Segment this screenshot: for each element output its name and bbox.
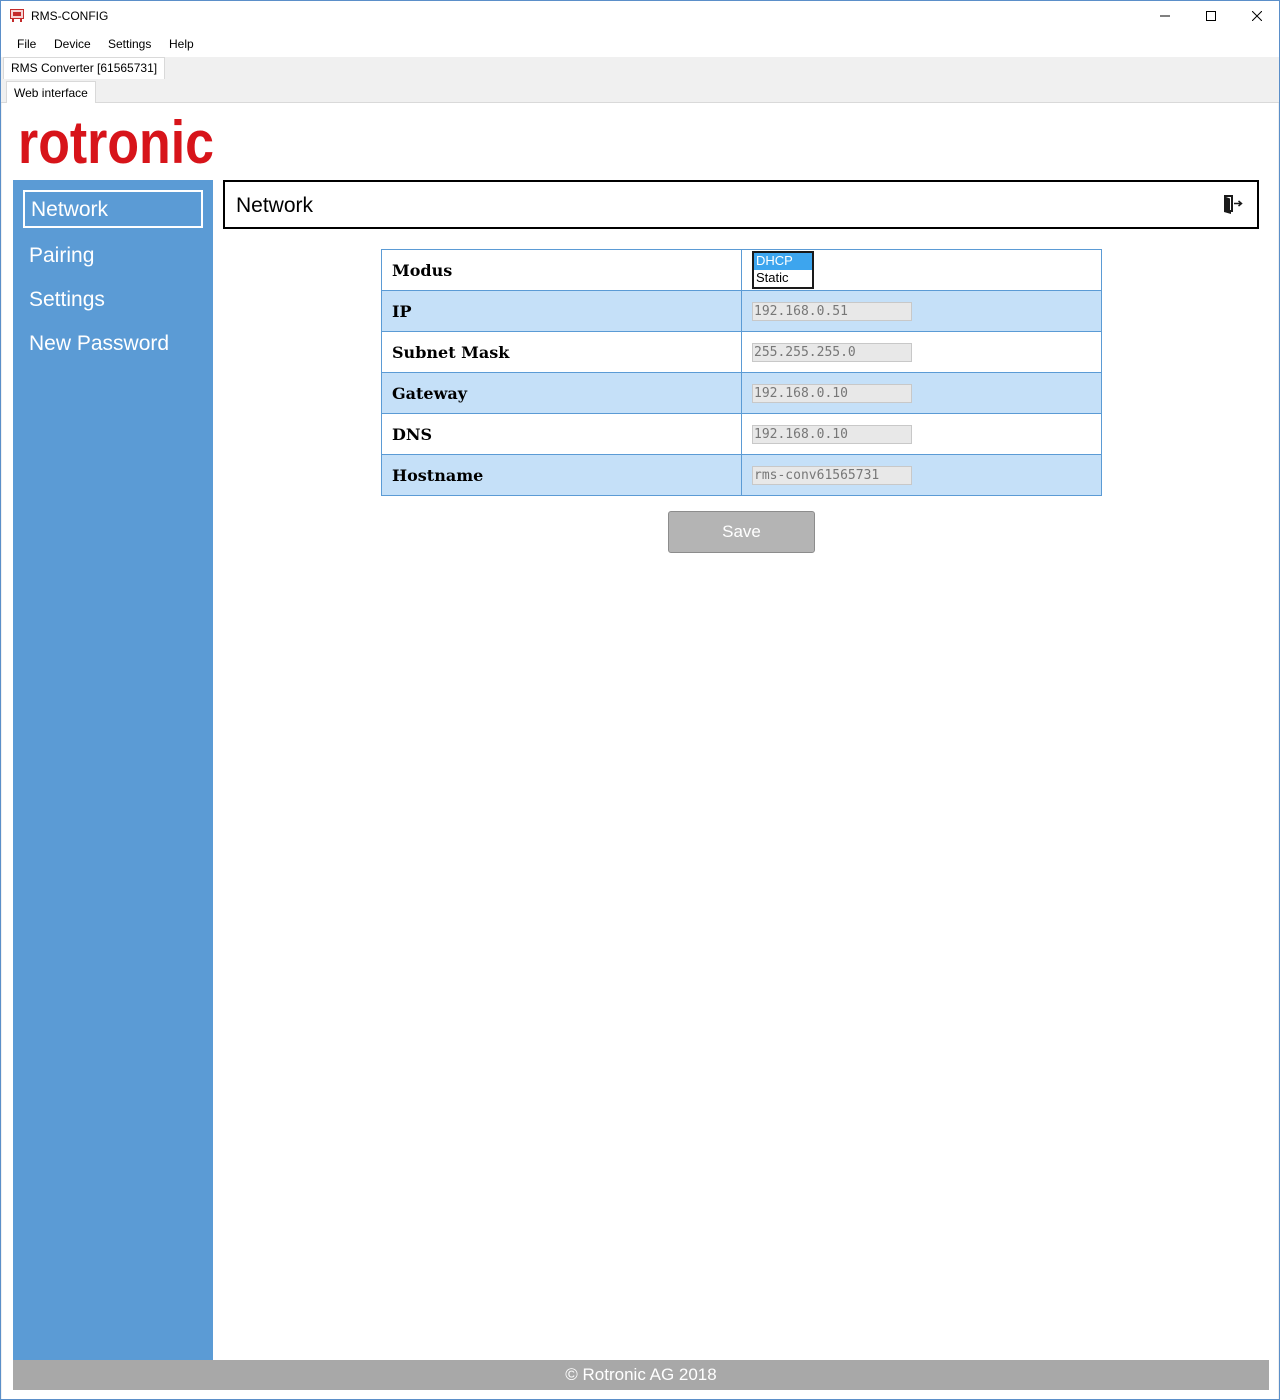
- footer-copyright: © Rotronic AG 2018: [13, 1360, 1269, 1390]
- menu-settings[interactable]: Settings: [108, 37, 151, 51]
- title-bar: RMS-CONFIG: [1, 1, 1279, 31]
- close-icon: [1252, 11, 1262, 21]
- modus-select[interactable]: DHCP Static: [752, 251, 814, 289]
- menu-help[interactable]: Help: [169, 37, 194, 51]
- gateway-input[interactable]: [752, 383, 912, 403]
- network-form: Modus DHCP Static IP Subnet Mask Gateway: [381, 249, 1102, 496]
- app-icon: [10, 9, 24, 22]
- subnet-mask-input[interactable]: [752, 342, 912, 362]
- maximize-icon: [1206, 11, 1216, 21]
- dns-input[interactable]: [752, 424, 912, 444]
- form-row-ip: IP: [381, 290, 1102, 332]
- sidebar-item-network[interactable]: Network: [23, 190, 203, 228]
- gateway-label: Gateway: [381, 372, 742, 414]
- inner-tab-strip: Web interface: [1, 79, 1279, 104]
- ip-label: IP: [381, 290, 742, 332]
- sidebar-item-pairing[interactable]: Pairing: [23, 237, 203, 275]
- app-window: RMS-CONFIG File Device Settings Help RMS…: [0, 0, 1280, 1400]
- menu-bar: File Device Settings Help: [1, 31, 1279, 57]
- dns-label: DNS: [381, 413, 742, 455]
- close-button[interactable]: [1234, 1, 1280, 31]
- page-header: Network: [223, 180, 1259, 229]
- ip-input[interactable]: [752, 301, 912, 321]
- minimize-button[interactable]: [1142, 1, 1188, 31]
- sidebar: Network Pairing Settings New Password: [13, 180, 213, 1360]
- maximize-button[interactable]: [1188, 1, 1234, 31]
- sidebar-item-settings[interactable]: Settings: [23, 281, 203, 319]
- sidebar-item-new-password[interactable]: New Password: [23, 325, 203, 363]
- window-title: RMS-CONFIG: [31, 9, 109, 23]
- hostname-input[interactable]: [752, 465, 912, 485]
- menu-file[interactable]: File: [17, 37, 36, 51]
- modus-option-dhcp[interactable]: DHCP: [754, 253, 812, 270]
- device-tab[interactable]: RMS Converter [61565731]: [3, 57, 166, 79]
- hostname-label: Hostname: [381, 454, 742, 496]
- form-row-gateway: Gateway: [381, 372, 1102, 414]
- subnet-mask-label: Subnet Mask: [381, 331, 742, 373]
- modus-label: Modus: [381, 249, 742, 291]
- save-button[interactable]: Save: [668, 511, 815, 553]
- tab-web-interface[interactable]: Web interface: [6, 81, 96, 104]
- form-row-modus: Modus DHCP Static: [381, 249, 1102, 291]
- web-content: rotronic Network Pairing Settings New Pa…: [2, 103, 1278, 1399]
- menu-device[interactable]: Device: [54, 37, 91, 51]
- form-row-dns: DNS: [381, 413, 1102, 455]
- svg-text:rotronic: rotronic: [18, 113, 214, 171]
- modus-option-static[interactable]: Static: [754, 270, 812, 287]
- page-title: Network: [236, 194, 314, 217]
- device-tab-strip: RMS Converter [61565731]: [1, 57, 1279, 79]
- minimize-icon: [1160, 15, 1170, 17]
- form-row-hostname: Hostname: [381, 454, 1102, 496]
- rotronic-logo: rotronic: [18, 113, 214, 171]
- form-row-subnet-mask: Subnet Mask: [381, 331, 1102, 373]
- logout-icon[interactable]: [1223, 193, 1243, 215]
